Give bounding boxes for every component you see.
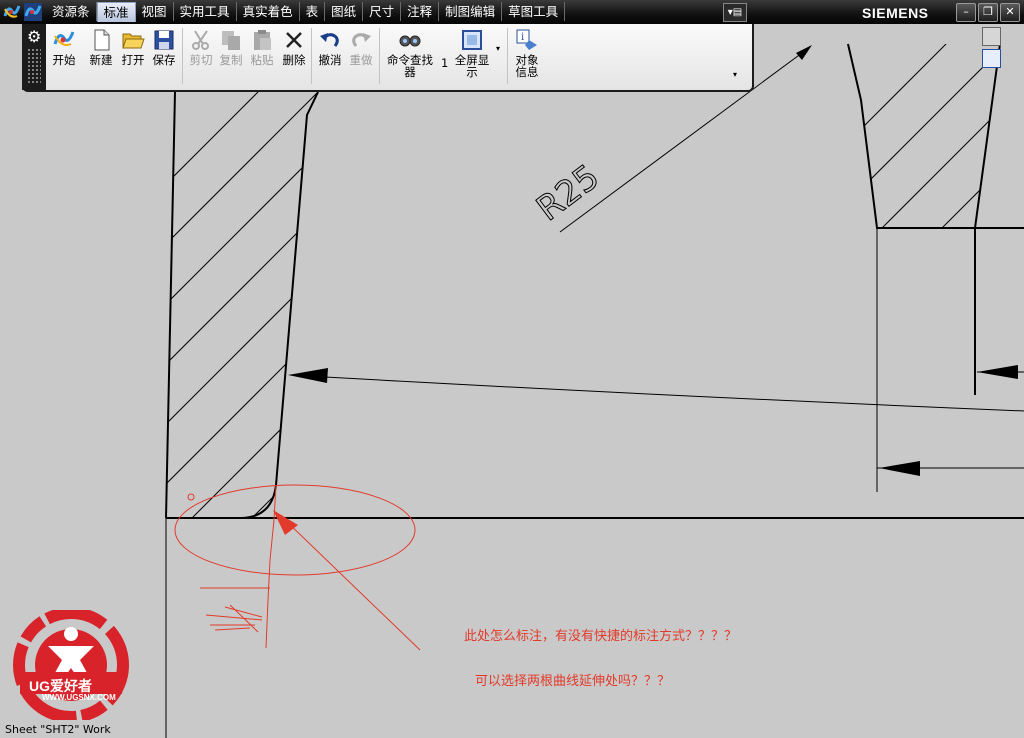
dim-arrow-left — [288, 368, 328, 383]
separator — [182, 28, 183, 84]
delete-x-icon — [286, 32, 302, 48]
gear-icon[interactable]: ⚙ — [27, 27, 41, 46]
undo-icon — [320, 33, 339, 47]
cut-button[interactable]: 剪切 — [189, 28, 213, 66]
tab-table[interactable]: 表 — [300, 2, 326, 21]
ribbon-more-icon[interactable]: ▾ — [733, 70, 737, 79]
tab-annotation[interactable]: 注释 — [401, 2, 440, 21]
tab-drawing-sheet[interactable]: 图纸 — [325, 2, 364, 21]
watermark-url: WWW.UGSNX.COM — [42, 693, 116, 702]
dim-arrow-right-2 — [879, 461, 920, 476]
red-arrowhead — [273, 510, 298, 535]
question-note-2: 可以选择两根曲线延伸处吗？？？ — [475, 674, 671, 689]
close-button[interactable]: ✕ — [1000, 3, 1020, 22]
r25-label[interactable]: R25 — [529, 156, 607, 229]
delete-button[interactable]: 删除 — [282, 28, 306, 66]
undo-button[interactable]: 撤消 — [318, 28, 342, 66]
paste-icon — [254, 30, 271, 50]
separator — [379, 28, 380, 84]
ribbon-tab-bar: 资源条 标准 视图 实用工具 真实着色 表 图纸 尺寸 注释 制图编辑 草图工具 — [46, 2, 566, 22]
copy-button[interactable]: 复制 — [219, 28, 243, 66]
horizontal-dimension-line[interactable] — [289, 374, 1024, 412]
question-note-1: 此处怎么标注，有没有快捷的标注方式？？？？ — [464, 629, 738, 644]
fullscreen-button[interactable]: 全屏显示 — [452, 28, 492, 78]
fit-index: 1 — [441, 56, 449, 70]
scissors-icon — [192, 30, 209, 50]
info-icon: i — [516, 29, 537, 50]
fullscreen-icon — [462, 30, 482, 50]
tab-dimension[interactable]: 尺寸 — [363, 2, 402, 21]
brand-label: SIEMENS — [862, 5, 929, 21]
open-button[interactable]: 打开 — [121, 28, 145, 66]
command-finder-button[interactable]: 命令查找器 — [385, 28, 435, 78]
fullscreen-dropdown-icon[interactable]: ▾ — [496, 44, 500, 53]
copy-icon — [222, 31, 240, 50]
redo-button[interactable]: 重做 — [349, 28, 373, 66]
new-file-icon — [94, 29, 110, 51]
object-info-button[interactable]: i 对象信息 — [513, 28, 541, 78]
tab-standard[interactable]: 标准 — [96, 2, 136, 22]
tab-utilities[interactable]: 实用工具 — [174, 2, 237, 21]
nx-logo-icon[interactable] — [3, 3, 21, 21]
tab-view[interactable]: 视图 — [136, 2, 174, 21]
new-button[interactable]: 新建 — [89, 28, 113, 66]
ugsnx-watermark-logo — [13, 610, 129, 720]
tab-resource-bar[interactable]: 资源条 — [46, 2, 97, 21]
fit-view-icon[interactable] — [982, 49, 1001, 68]
redo-icon — [352, 33, 371, 47]
ribbon-options-button[interactable]: ▾▤ — [723, 3, 747, 22]
paste-button[interactable]: 粘贴 — [250, 28, 274, 66]
binoculars-icon — [399, 35, 421, 47]
right-part-outline[interactable] — [847, 43, 1024, 395]
minimize-button[interactable]: – — [956, 3, 976, 22]
tab-drafting-edit[interactable]: 制图编辑 — [439, 2, 503, 21]
separator — [507, 28, 508, 84]
r25-arrowhead — [796, 45, 812, 60]
red-annotation-sketch — [174, 484, 421, 651]
nx-logo-small-icon[interactable] — [24, 3, 42, 21]
floppy-disk-icon — [154, 30, 174, 50]
view-toolbar — [982, 27, 1024, 71]
svg-text:i: i — [521, 32, 524, 43]
start-button[interactable]: 开始 — [52, 28, 76, 66]
view-triad-icon[interactable] — [982, 27, 1001, 46]
folder-open-icon — [122, 33, 145, 49]
tab-sketch-tools[interactable]: 草图工具 — [502, 2, 566, 21]
start-icon — [53, 31, 75, 46]
status-text: Sheet "SHT2" Work — [5, 723, 111, 736]
save-button[interactable]: 保存 — [152, 28, 176, 66]
left-part-outline[interactable] — [165, 91, 319, 519]
tab-true-shading[interactable]: 真实着色 — [237, 2, 300, 21]
restore-button[interactable]: ❐ — [978, 3, 998, 22]
grip-icon[interactable] — [27, 48, 41, 84]
separator — [311, 28, 312, 84]
